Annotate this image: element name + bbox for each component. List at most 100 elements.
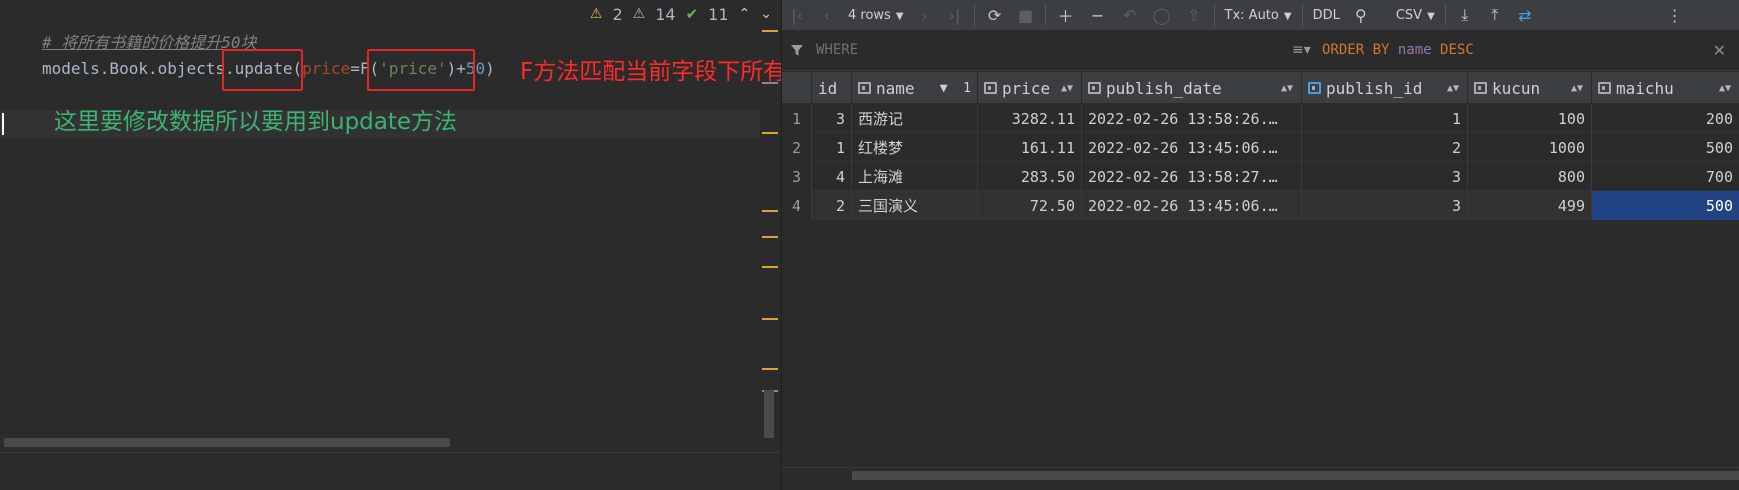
toolbar-divider: [973, 4, 975, 26]
highlight-box-f-price: [367, 49, 475, 91]
cell-publish-date[interactable]: 2022-02-26 13:58:26.…: [1082, 104, 1302, 133]
sort-icon[interactable]: ▲▼: [1571, 83, 1583, 94]
cell-id[interactable]: 2: [812, 191, 852, 220]
column-header-publish-id[interactable]: publish_id ▲▼: [1302, 72, 1468, 104]
previous-highlight-icon[interactable]: ⌃: [739, 6, 751, 22]
typo-check-icon: ✔︎: [685, 5, 699, 23]
cell-price[interactable]: 3282.11: [978, 104, 1082, 133]
first-page-icon[interactable]: |‹: [782, 0, 812, 30]
grid-header: id name ▼ 1 price ▲▼ publish_date ▲▼ publis…: [782, 72, 1739, 104]
cell-kucun[interactable]: 499: [1468, 191, 1592, 220]
ddl-button[interactable]: DDL: [1307, 8, 1346, 23]
stripe-mark[interactable]: [762, 368, 778, 370]
column-label: publish_date: [1106, 78, 1222, 98]
cell-kucun[interactable]: 1000: [1468, 133, 1592, 162]
cell-publish-id[interactable]: 3: [1302, 162, 1468, 191]
cell-id[interactable]: 1: [812, 133, 852, 162]
import-upload-icon[interactable]: ⤒: [1480, 0, 1510, 30]
export-download-icon[interactable]: ⤓: [1450, 0, 1480, 30]
table-row[interactable]: 3 4 上海滩 283.50 2022-02-26 13:58:27.… 3 800 700: [782, 162, 1739, 191]
rows-selector[interactable]: 4 rows ▼: [842, 8, 910, 23]
reload-icon[interactable]: ⟳: [979, 0, 1011, 30]
where-filter-input[interactable]: WHERE: [816, 42, 858, 58]
order-by-input[interactable]: ≡▾ ORDER BY name DESC ✕: [1292, 40, 1732, 64]
column-icon: [1088, 82, 1101, 94]
stripe-mark[interactable]: [762, 318, 778, 320]
cell-maichu[interactable]: 700: [1592, 162, 1739, 191]
add-row-icon[interactable]: ＋: [1050, 0, 1082, 30]
editor-horizontal-scrollbar[interactable]: [4, 438, 450, 447]
previous-page-icon[interactable]: ‹: [812, 0, 842, 30]
cell-price[interactable]: 161.11: [978, 133, 1082, 162]
cell-price[interactable]: 72.50: [978, 191, 1082, 220]
cell-publish-date[interactable]: 2022-02-26 13:45:06.…: [1082, 191, 1302, 220]
sort-icon[interactable]: ▲▼: [1061, 83, 1073, 94]
search-icon[interactable]: ⚲: [1346, 0, 1376, 30]
sort-desc-indicator[interactable]: ▼ 1: [940, 81, 971, 96]
cell-publish-date[interactable]: 2022-02-26 13:58:27.…: [1082, 162, 1302, 191]
cell-id[interactable]: 4: [812, 162, 852, 191]
table-row[interactable]: 1 3 西游记 3282.11 2022-02-26 13:58:26.… 1 100 200: [782, 104, 1739, 133]
editor-vertical-scrollbar[interactable]: [764, 390, 774, 438]
cell-publish-date[interactable]: 2022-02-26 13:45:06.…: [1082, 133, 1302, 162]
grid-horizontal-scrollbar[interactable]: [852, 471, 1739, 480]
cell-publish-id[interactable]: 1: [1302, 104, 1468, 133]
tx-mode-selector[interactable]: Tx: Auto ▼: [1219, 8, 1298, 23]
cell-maichu[interactable]: 500: [1592, 191, 1739, 220]
cell-publish-id[interactable]: 2: [1302, 133, 1468, 162]
cell-maichu[interactable]: 500: [1592, 133, 1739, 162]
cell-name[interactable]: 上海滩: [852, 162, 978, 191]
stripe-mark[interactable]: [762, 266, 778, 268]
order-direction: DESC: [1440, 42, 1474, 58]
close-icon[interactable]: ✕: [1713, 41, 1726, 60]
column-label: id: [818, 78, 838, 98]
row-number[interactable]: 3: [782, 162, 812, 191]
chevron-down-icon: ▼: [895, 10, 904, 22]
submit-icon[interactable]: ⇧: [1178, 0, 1210, 30]
inspection-status[interactable]: ⚠ 2 ⚠ 14 ✔︎ 11 ⌃ ⌄: [590, 4, 772, 24]
stop-icon[interactable]: ■: [1011, 0, 1041, 30]
row-number[interactable]: 4: [782, 191, 812, 220]
cell-maichu[interactable]: 200: [1592, 104, 1739, 133]
revert-icon[interactable]: ↶: [1114, 0, 1146, 30]
column-header-name[interactable]: name ▼ 1: [852, 72, 978, 104]
code-param: price: [302, 59, 351, 78]
column-header-maichu[interactable]: maichu ▲▼: [1592, 72, 1739, 104]
column-header-kucun[interactable]: kucun ▲▼: [1468, 72, 1592, 104]
error-stripe[interactable]: [762, 30, 778, 440]
next-highlight-icon[interactable]: ⌄: [760, 6, 772, 22]
cell-publish-id[interactable]: 3: [1302, 191, 1468, 220]
stripe-mark[interactable]: [762, 210, 778, 212]
table-row[interactable]: 2 1 红楼梦 161.11 2022-02-26 13:45:06.… 2 1000 500: [782, 133, 1739, 162]
sort-icon[interactable]: ▲▼: [1281, 83, 1293, 94]
cell-price[interactable]: 283.50: [978, 162, 1082, 191]
preview-changes-icon[interactable]: ◯: [1146, 0, 1178, 30]
column-header-price[interactable]: price ▲▼: [978, 72, 1082, 104]
cell-name[interactable]: 西游记: [852, 104, 978, 133]
compare-icon[interactable]: ⇄: [1510, 0, 1540, 30]
stripe-mark[interactable]: [762, 132, 778, 134]
cell-kucun[interactable]: 800: [1468, 162, 1592, 191]
sort-icon[interactable]: ▲▼: [1447, 83, 1459, 94]
sort-icon[interactable]: ▲▼: [1719, 83, 1731, 94]
typo-count: 11: [708, 4, 729, 24]
order-by-text: ORDER BY name DESC: [1322, 42, 1474, 58]
stripe-mark[interactable]: [762, 236, 778, 238]
column-header-id[interactable]: id: [812, 72, 852, 104]
stripe-mark[interactable]: [762, 30, 778, 32]
cell-id[interactable]: 3: [812, 104, 852, 133]
export-format-selector[interactable]: CSV ▼: [1390, 8, 1441, 23]
last-page-icon[interactable]: ›|: [940, 0, 970, 30]
stripe-mark[interactable]: [762, 82, 778, 84]
row-number[interactable]: 1: [782, 104, 812, 133]
column-header-publish-date[interactable]: publish_date ▲▼: [1082, 72, 1302, 104]
row-number[interactable]: 2: [782, 133, 812, 162]
cell-name[interactable]: 红楼梦: [852, 133, 978, 162]
code-editor[interactable]: ⚠ 2 ⚠ 14 ✔︎ 11 ⌃ ⌄ # 将所有书籍的价格提升50块 model…: [0, 0, 954, 490]
cell-kucun[interactable]: 100: [1468, 104, 1592, 133]
more-options-icon[interactable]: ⋮: [1660, 0, 1690, 30]
cell-name[interactable]: 三国演义: [852, 191, 978, 220]
table-row[interactable]: 4 2 三国演义 72.50 2022-02-26 13:45:06.… 3 499 500: [782, 191, 1739, 220]
delete-row-icon[interactable]: −: [1082, 0, 1114, 30]
next-page-icon[interactable]: ›: [910, 0, 940, 30]
